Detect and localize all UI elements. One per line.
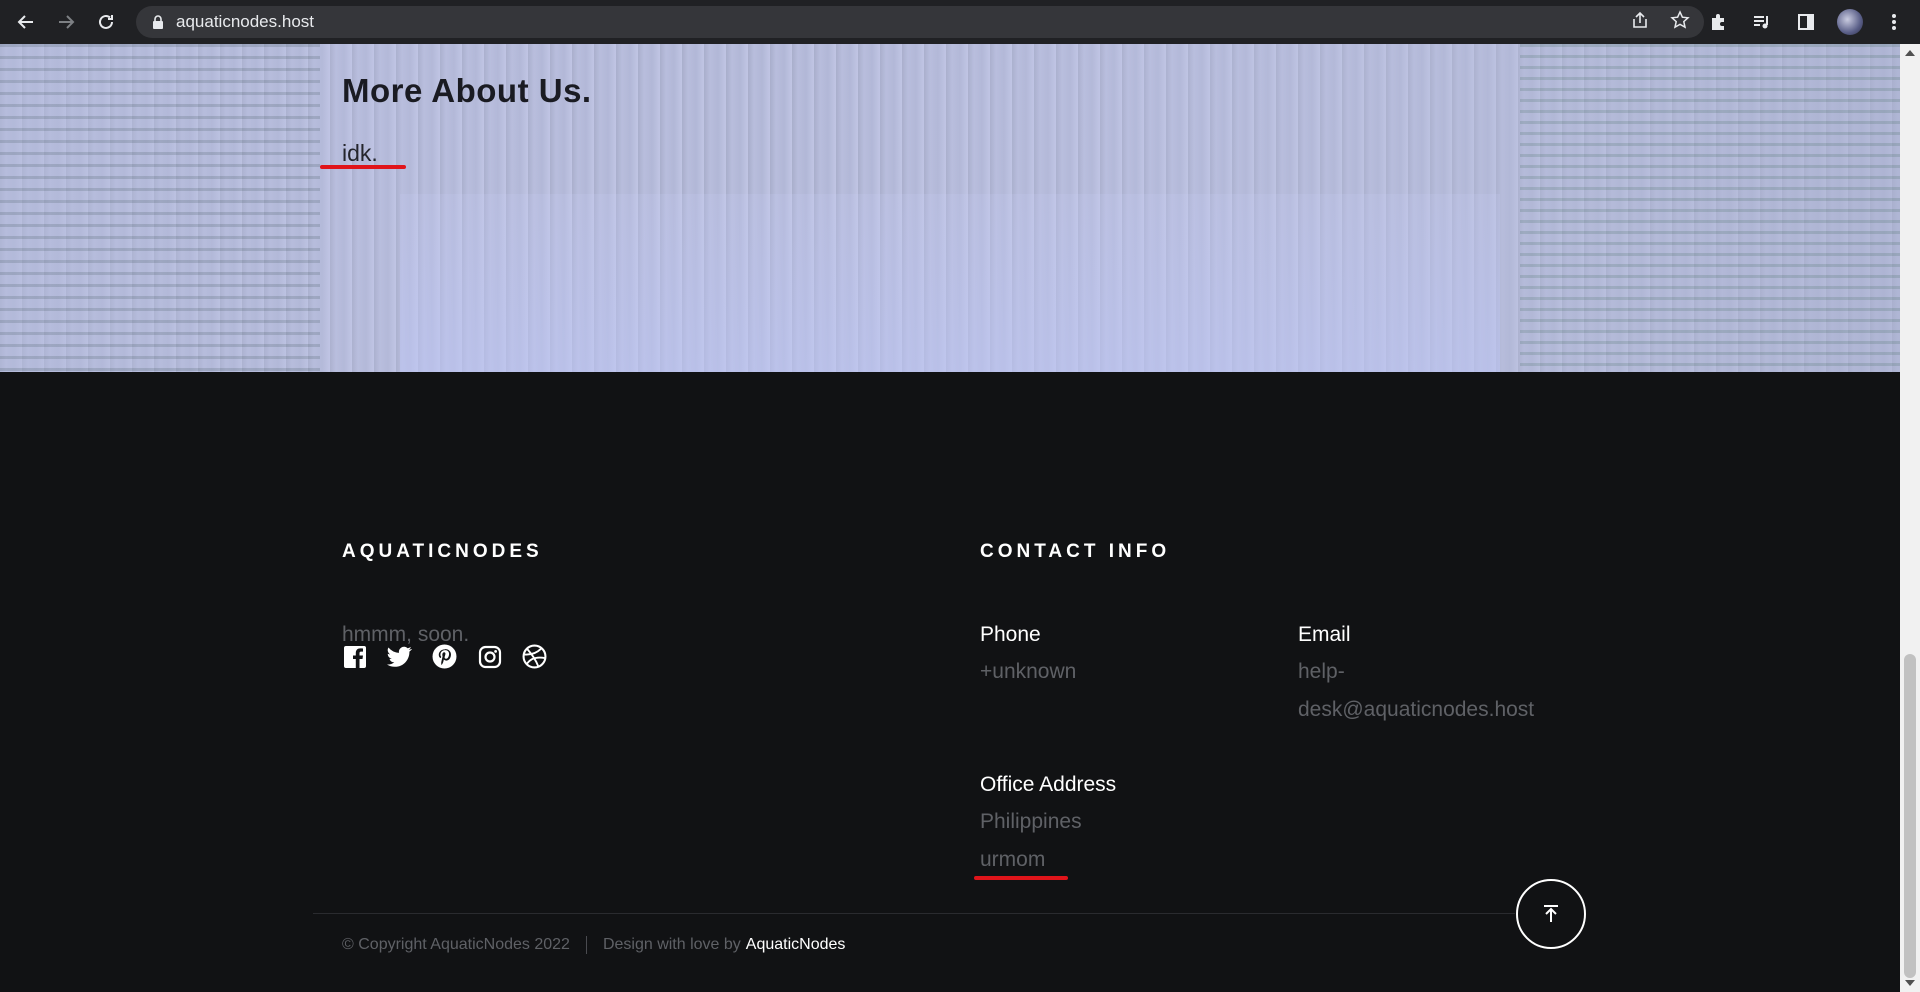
back-button[interactable]	[6, 0, 46, 44]
design-credit-text: Design with love by	[602, 936, 741, 953]
bookmark-star-icon[interactable]	[1670, 9, 1690, 35]
footer-brand-heading: AQUATICNODES	[342, 541, 543, 562]
reload-icon	[99, 14, 113, 29]
address-bar[interactable]: aquaticnodes.host	[136, 6, 1704, 38]
page-scrollbar[interactable]	[1900, 44, 1920, 992]
media-queue-icon[interactable]	[1742, 0, 1782, 44]
phone-label: Phone	[980, 623, 1041, 646]
about-section: More About Us. idk.	[0, 44, 1900, 372]
menu-dots-icon[interactable]	[1874, 0, 1914, 44]
footer-divider	[313, 913, 1515, 914]
share-icon[interactable]	[1630, 10, 1650, 35]
annotation-underline	[974, 876, 1068, 880]
scroll-down-arrow[interactable]	[1905, 980, 1915, 986]
extensions-puzzle-icon[interactable]	[1698, 0, 1738, 44]
browser-toolbar: aquaticnodes.host	[0, 0, 1920, 44]
lock-icon	[140, 15, 176, 29]
contact-heading: CONTACT INFO	[980, 541, 1171, 562]
phone-value[interactable]: +unknown	[980, 660, 1076, 684]
side-panel-icon[interactable]	[1786, 0, 1826, 44]
url-text[interactable]: aquaticnodes.host	[176, 12, 314, 32]
back-arrow-icon	[17, 15, 33, 29]
avatar	[1837, 9, 1863, 35]
email-label: Email	[1298, 623, 1351, 646]
arrow-up-to-line-icon	[1544, 905, 1558, 922]
copyright-line: © Copyright AquaticNodes 2022 Design wit…	[342, 936, 845, 954]
reload-button[interactable]	[86, 0, 126, 44]
office-label: Office Address	[980, 773, 1117, 796]
server-rack-decoration-right	[1520, 44, 1900, 372]
server-rack-decoration-left	[0, 44, 320, 372]
copyright-separator	[585, 936, 587, 954]
forward-button[interactable]	[46, 0, 86, 44]
corridor-floor-decoration	[400, 194, 1500, 372]
facebook-icon[interactable]	[342, 644, 367, 669]
scrollbar-thumb[interactable]	[1904, 654, 1916, 978]
back-to-top-button[interactable]	[1516, 879, 1586, 949]
design-credit-link[interactable]: AquaticNodes	[746, 936, 846, 954]
site-footer: AQUATICNODES hmmm, soon. CONTACT INFO Ph…	[0, 372, 1900, 992]
page-viewport: More About Us. idk. AQUATICNODES hmmm, s…	[0, 44, 1900, 992]
office-line1: Philippines	[980, 810, 1082, 833]
copyright-text: © Copyright AquaticNodes 2022	[342, 936, 570, 953]
twitter-icon[interactable]	[387, 644, 412, 669]
annotation-underline	[320, 165, 406, 169]
email-value-line2[interactable]: desk@aquaticnodes.host	[1298, 698, 1534, 722]
email-value-line1[interactable]: help-	[1298, 660, 1345, 684]
profile-avatar[interactable]	[1830, 0, 1870, 44]
dribbble-icon[interactable]	[522, 644, 547, 669]
about-title: More About Us.	[342, 72, 592, 109]
social-links	[342, 644, 547, 669]
scroll-up-arrow[interactable]	[1905, 50, 1915, 56]
instagram-icon[interactable]	[477, 644, 502, 669]
forward-arrow-icon	[59, 15, 75, 29]
office-line2: urmom	[980, 848, 1046, 871]
about-text: idk.	[342, 140, 378, 166]
pinterest-icon[interactable]	[432, 644, 457, 669]
